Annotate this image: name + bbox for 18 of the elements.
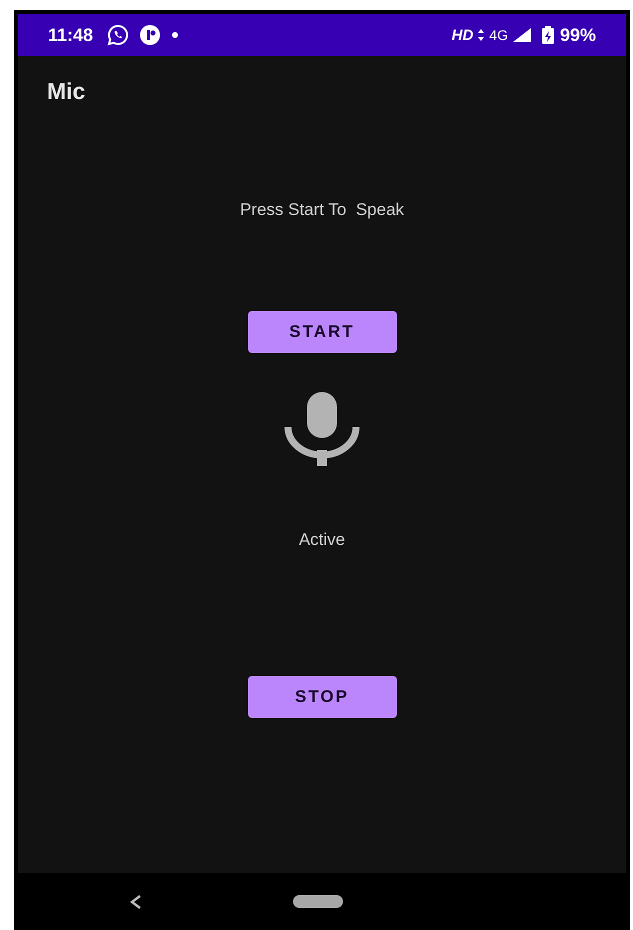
start-button[interactable]: START bbox=[248, 311, 396, 353]
clock-time: 11:48 bbox=[48, 24, 94, 46]
network-label: HD bbox=[452, 26, 474, 44]
status-text: Active bbox=[298, 530, 346, 550]
dot-icon bbox=[171, 31, 180, 39]
battery-percent: 99% bbox=[560, 24, 596, 46]
app-title: Mic bbox=[47, 78, 86, 105]
battery-icon bbox=[542, 26, 554, 44]
data-arrows-icon bbox=[477, 28, 486, 42]
prompt-text: Press Start To Speak bbox=[240, 200, 404, 220]
home-button[interactable] bbox=[293, 895, 343, 908]
circle-app-icon bbox=[139, 24, 162, 46]
network-type: 4G bbox=[489, 27, 508, 43]
back-icon[interactable] bbox=[129, 894, 143, 910]
signal-icon bbox=[512, 27, 532, 43]
stop-button[interactable]: STOP bbox=[248, 676, 396, 718]
chat-bubble-icon bbox=[107, 24, 130, 46]
microphone-icon bbox=[282, 392, 362, 466]
